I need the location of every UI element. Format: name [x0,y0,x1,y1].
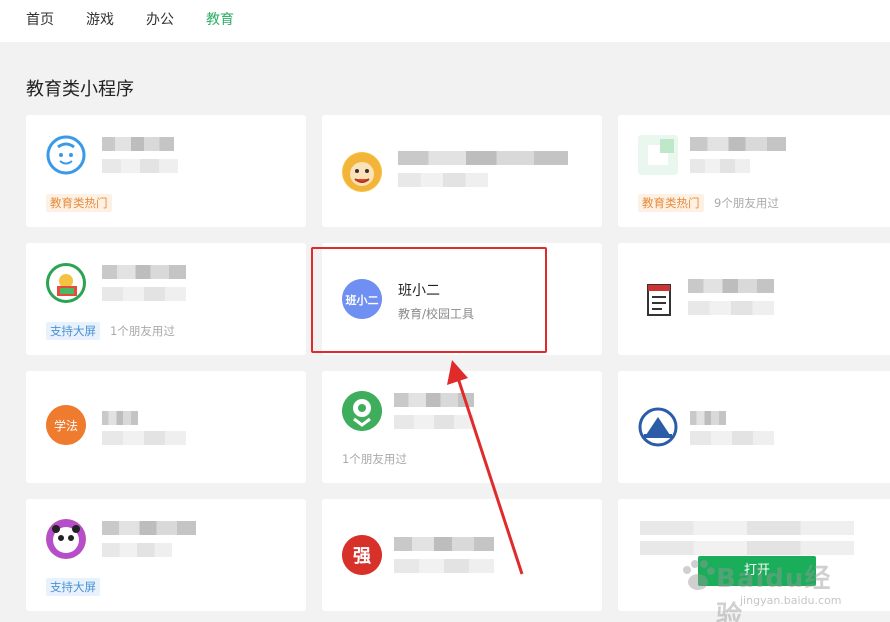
cartoon-face-icon [342,152,382,192]
friends-used: 9个朋友用过 [714,196,779,210]
app-card-11[interactable]: 强 [322,499,602,611]
big-screen-tag: 支持大屏 [46,578,100,596]
nav-education[interactable]: 教育 [206,9,234,29]
green-square-icon [638,135,678,175]
app-card-4[interactable]: 支持大屏 1个朋友用过 [26,243,306,355]
banxiaoer-icon-text: 班小二 [346,293,379,307]
xuefa-icon-text: 学法 [54,418,78,433]
nav-office[interactable]: 办公 [146,9,174,29]
nav-games[interactable]: 游戏 [86,9,114,29]
app-card-6[interactable] [618,243,890,355]
panda-icon [46,519,86,559]
blurred-app-desc [398,173,488,187]
paw-icon [683,560,715,590]
notebook-icon [638,281,678,321]
app-card-10[interactable]: 支持大屏 [26,499,306,611]
qiang-icon: 强 [342,535,382,575]
app-card-2[interactable] [322,115,602,227]
blurred-app-name [102,411,138,425]
big-screen-tag: 支持大屏 [46,322,100,340]
blurred-app-name [394,393,474,407]
watermark-text: Baidu经验 [716,564,832,622]
xuefa-icon: 学法 [46,405,86,445]
blurred-app-desc [690,159,750,173]
friends-used: 1个朋友用过 [342,452,407,466]
blurred-app-name [688,279,774,293]
reading-kid-icon [46,263,86,303]
university-emblem-icon [638,407,678,447]
blurred-app-desc [102,543,172,557]
app-card-3[interactable]: 教育类热门 9个朋友用过 [618,115,890,227]
top-nav: 首页 游戏 办公 教育 [0,0,890,42]
blurred-app-name [640,521,854,535]
watermark-url: jingyan.baidu.com [740,594,842,607]
location-pin-icon [342,391,382,431]
blurred-app-name [102,265,186,279]
app-card-1[interactable]: 教育类热门 [26,115,306,227]
friends-used: 1个朋友用过 [110,324,175,338]
baby-face-icon [46,135,86,175]
blurred-app-name [394,537,494,551]
baidu-watermark: Baidu经验 jingyan.baidu.com [678,550,848,622]
app-name: 班小二 [398,283,440,299]
app-card-banxiaoer[interactable]: 班小二 班小二 教育/校园工具 [322,243,602,355]
app-card-9[interactable] [618,371,890,483]
blurred-app-name [690,137,786,151]
banxiaoer-icon: 班小二 [342,279,382,319]
nav-home[interactable]: 首页 [26,9,54,29]
blurred-app-desc [102,431,186,445]
blurred-app-name [398,151,568,165]
hot-tag: 教育类热门 [46,194,112,212]
blurred-app-name [102,137,174,151]
app-category: 教育/校园工具 [398,307,475,321]
blurred-app-desc [102,159,178,173]
blurred-app-name [102,521,196,535]
blurred-app-desc [394,415,474,429]
qiang-icon-text: 强 [353,546,371,567]
hot-tag: 教育类热门 [638,194,704,212]
app-card-7[interactable]: 学法 [26,371,306,483]
app-card-8[interactable]: 1个朋友用过 [322,371,602,483]
blurred-app-desc [690,431,774,445]
blurred-app-desc [688,301,774,315]
blurred-app-desc [102,287,186,301]
blurred-app-desc [394,559,494,573]
section-title: 教育类小程序 [26,79,134,100]
blurred-app-name [690,411,726,425]
